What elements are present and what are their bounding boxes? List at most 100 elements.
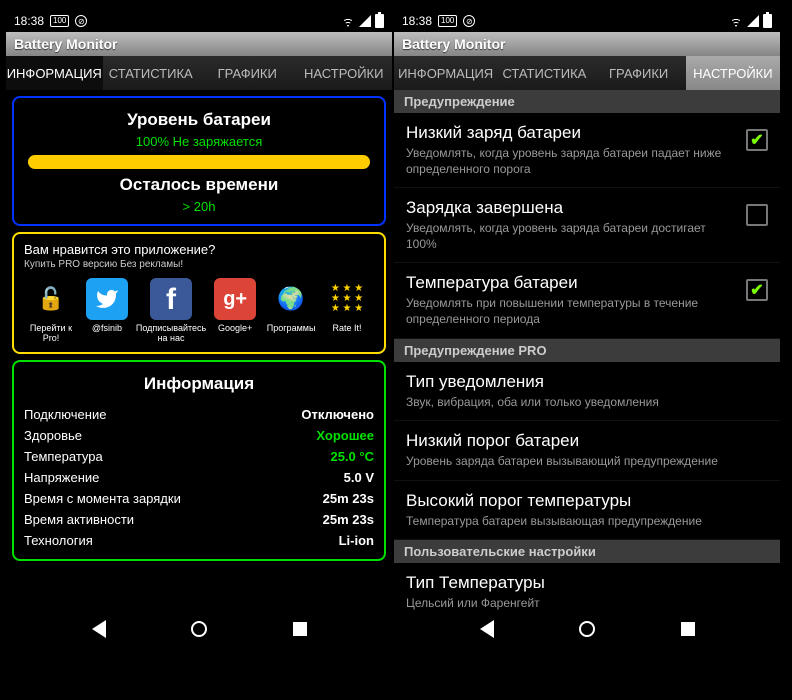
- promo-label: Google+: [218, 324, 252, 334]
- checkbox[interactable]: [746, 279, 768, 301]
- info-row: Температура 25.0 °C: [24, 446, 374, 467]
- info-box: Информация Подключение ОтключеноЗдоровье…: [12, 360, 386, 561]
- promo-pro[interactable]: 🔓 Перейти к Pro!: [24, 278, 78, 344]
- checkbox[interactable]: [746, 129, 768, 151]
- info-title: Информация: [24, 374, 374, 394]
- tab-settings[interactable]: НАСТРОЙКИ: [296, 56, 393, 90]
- googleplus-icon: g+: [214, 278, 256, 320]
- section-header: Предупреждение: [394, 90, 780, 113]
- section-header: Предупреждение PRO: [394, 339, 780, 362]
- setting-desc: Уровень заряда батареи вызывающий предуп…: [406, 454, 768, 470]
- setting-title: Зарядка завершена: [406, 198, 736, 218]
- nav-back-icon[interactable]: [480, 620, 494, 638]
- promo-box: Вам нравится это приложение? Купить PRO …: [12, 232, 386, 354]
- battery-progress-bar: [28, 155, 370, 169]
- app-title-bar: Battery Monitor: [394, 32, 780, 56]
- nav-home-icon[interactable]: [579, 621, 595, 637]
- setting-title: Тип уведомления: [406, 372, 768, 392]
- app-title: Battery Monitor: [402, 36, 505, 52]
- setting-title: Низкий заряд батареи: [406, 123, 736, 143]
- info-label: Подключение: [24, 407, 106, 422]
- info-row: Подключение Отключено: [24, 404, 374, 425]
- battery-level-value: 100% Не заряжается: [24, 134, 374, 149]
- battery-level-label: Уровень батареи: [24, 110, 374, 130]
- checkbox[interactable]: [746, 204, 768, 226]
- promo-label: Перейти к Pro!: [24, 324, 78, 344]
- battery-icon: [763, 14, 772, 28]
- nav-home-icon[interactable]: [191, 621, 207, 637]
- tab-charts[interactable]: ГРАФИКИ: [199, 56, 296, 90]
- app-title-bar: Battery Monitor: [6, 32, 392, 56]
- stars-icon: ★ ★ ★★ ★ ★★ ★ ★: [326, 278, 368, 320]
- tab-stats[interactable]: СТАТИСТИКА: [103, 56, 200, 90]
- promo-title: Вам нравится это приложение?: [24, 242, 374, 257]
- info-label: Напряжение: [24, 470, 99, 485]
- info-label: Время с момента зарядки: [24, 491, 181, 506]
- lock-icon: 🔓: [30, 278, 72, 320]
- tab-info[interactable]: ИНФОРМАЦИЯ: [6, 56, 103, 90]
- info-value: 25m 23s: [323, 512, 374, 527]
- nav-back-icon[interactable]: [92, 620, 106, 638]
- app-title: Battery Monitor: [14, 36, 117, 52]
- info-label: Время активности: [24, 512, 134, 527]
- setting-title: Высокий порог температуры: [406, 491, 768, 511]
- promo-facebook[interactable]: f Подписывайтесь на нас: [136, 278, 206, 344]
- settings-content[interactable]: Предупреждение Низкий заряд батареи Уведо…: [394, 90, 780, 610]
- dnd-icon: ⊘: [75, 15, 87, 27]
- setting-desc: Уведомлять, когда уровень заряда батареи…: [406, 146, 736, 177]
- setting-item[interactable]: Низкий порог батареи Уровень заряда батар…: [394, 421, 780, 481]
- status-time: 18:38: [402, 14, 432, 28]
- status-bar: 18:38 100 ⊘: [394, 10, 780, 32]
- info-value: Li-ion: [339, 533, 374, 548]
- tab-settings[interactable]: НАСТРОЙКИ: [686, 56, 780, 90]
- setting-desc: Цельсий или Фаренгейт: [406, 596, 768, 610]
- setting-item[interactable]: Высокий порог температурыТемпература бат…: [394, 481, 780, 541]
- setting-item[interactable]: Температура батареи Уведомлять при повыше…: [394, 263, 780, 338]
- info-value: 5.0 V: [344, 470, 374, 485]
- info-row: Время активности 25m 23s: [24, 509, 374, 530]
- battery-box: Уровень батареи 100% Не заряжается Остал…: [12, 96, 386, 226]
- nav-recent-icon[interactable]: [681, 622, 695, 636]
- info-label: Технология: [24, 533, 93, 548]
- setting-title: Низкий порог батареи: [406, 431, 768, 451]
- status-bar: 18:38 100 ⊘: [6, 10, 392, 32]
- status-time: 18:38: [14, 14, 44, 28]
- promo-label: Программы: [267, 324, 316, 334]
- battery-remain-value: > 20h: [24, 199, 374, 214]
- promo-twitter[interactable]: @fsinib: [80, 278, 134, 344]
- tab-bar: ИНФОРМАЦИЯ СТАТИСТИКА ГРАФИКИ НАСТРОЙКИ: [6, 56, 392, 90]
- setting-title: Тип Температуры: [406, 573, 768, 593]
- status-batt-text: 100: [438, 15, 457, 27]
- promo-apps[interactable]: 🌍 Программы: [264, 278, 318, 344]
- dnd-icon: ⊘: [463, 15, 475, 27]
- promo-label: Подписывайтесь на нас: [136, 324, 206, 344]
- promo-googleplus[interactable]: g+ Google+: [208, 278, 262, 344]
- info-value: 25.0 °C: [330, 449, 374, 464]
- nav-recent-icon[interactable]: [293, 622, 307, 636]
- setting-item[interactable]: Низкий заряд батареи Уведомлять, когда ур…: [394, 113, 780, 188]
- promo-row: 🔓 Перейти к Pro! @fsinib f Подписывайтес…: [24, 278, 374, 344]
- promo-subtitle: Купить PRO версию Без рекламы!: [24, 259, 374, 270]
- tab-info[interactable]: ИНФОРМАЦИЯ: [394, 56, 497, 90]
- promo-rate[interactable]: ★ ★ ★★ ★ ★★ ★ ★ Rate It!: [320, 278, 374, 344]
- signal-icon: [359, 15, 371, 27]
- setting-item[interactable]: Тип уведомления Звук, вибрация, оба или т…: [394, 362, 780, 422]
- info-row: Здоровье Хорошее: [24, 425, 374, 446]
- setting-item[interactable]: Зарядка завершенаУведомлять, когда урове…: [394, 188, 780, 263]
- tab-bar: ИНФОРМАЦИЯ СТАТИСТИКА ГРАФИКИ НАСТРОЙКИ: [394, 56, 780, 90]
- tab-charts[interactable]: ГРАФИКИ: [592, 56, 686, 90]
- setting-desc: Звук, вибрация, оба или только уведомлен…: [406, 395, 768, 411]
- battery-remain-label: Осталось времени: [24, 175, 374, 195]
- info-value: Отключено: [301, 407, 374, 422]
- info-label: Здоровье: [24, 428, 82, 443]
- info-value: Хорошее: [316, 428, 374, 443]
- setting-item[interactable]: Тип Температуры Цельсий или Фаренгейт: [394, 563, 780, 610]
- info-content[interactable]: Уровень батареи 100% Не заряжается Остал…: [6, 90, 392, 610]
- status-batt-text: 100: [50, 15, 69, 27]
- setting-title: Температура батареи: [406, 273, 736, 293]
- battery-icon: [375, 14, 384, 28]
- tab-stats[interactable]: СТАТИСТИКА: [497, 56, 591, 90]
- setting-desc: Уведомлять при повышении температуры в т…: [406, 296, 736, 327]
- globe-icon: 🌍: [270, 278, 312, 320]
- info-row: Время с момента зарядки 25m 23s: [24, 488, 374, 509]
